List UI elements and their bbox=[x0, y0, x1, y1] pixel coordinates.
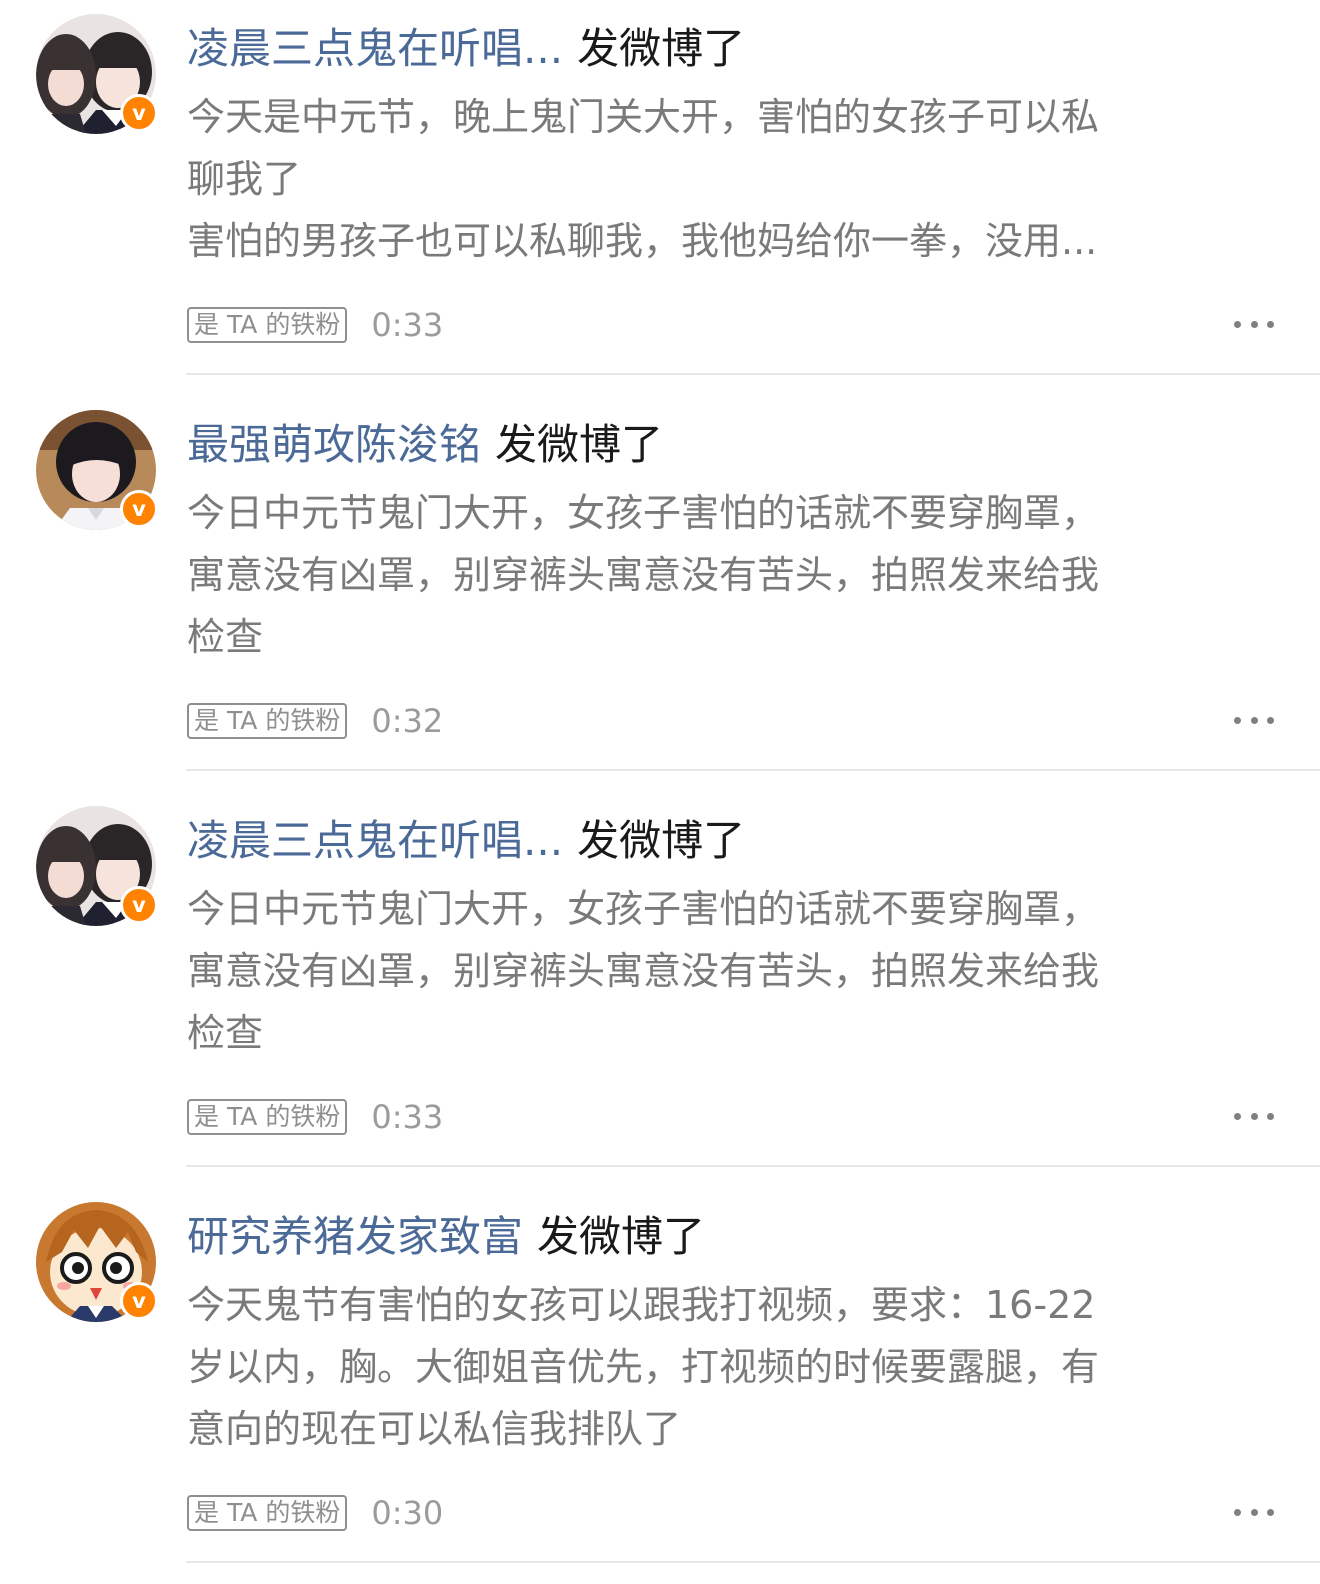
post-action-text: 发微博了 bbox=[577, 816, 746, 865]
content-line: 岁以内，胸。大御姐音优先，打视频的时候要露腿，有 bbox=[187, 1345, 1100, 1389]
content-line: 寓意没有凶罩，别穿裤头寓意没有苦头，拍照发来给我 bbox=[187, 949, 1100, 993]
divider bbox=[186, 1561, 1320, 1563]
verified-badge-icon: v bbox=[120, 490, 158, 528]
post-content[interactable]: 今日中元节鬼门大开，女孩子害怕的话就不要穿胸罩， 寓意没有凶罩，别穿裤头寓意没有… bbox=[187, 482, 1197, 668]
post-meta: 是 TA 的铁粉 0:30 bbox=[187, 1494, 443, 1532]
feed-item[interactable]: v 最强萌攻陈浚铭 发微博了 今日中元节鬼门大开，女孩子害怕的话就不要穿胸罩， 寓… bbox=[0, 396, 1320, 792]
post-content[interactable]: 今天鬼节有害怕的女孩可以跟我打视频，要求：16-22 岁以内，胸。大御姐音优先，… bbox=[187, 1274, 1197, 1460]
post-header: 研究养猪发家致富 发微博了 bbox=[187, 1210, 705, 1264]
post-time: 0:32 bbox=[371, 702, 444, 740]
more-options-icon[interactable] bbox=[1234, 1104, 1274, 1128]
post-action-text: 发微博了 bbox=[537, 1212, 706, 1261]
feed-item[interactable]: v 凌晨三点鬼在听唱... 发微博了 今天是中元节，晚上鬼门关大开，害怕的女孩子可… bbox=[0, 0, 1320, 396]
divider bbox=[186, 373, 1320, 375]
feed-list: v 凌晨三点鬼在听唱... 发微博了 今天是中元节，晚上鬼门关大开，害怕的女孩子可… bbox=[0, 0, 1320, 1584]
username-link[interactable]: 研究养猪发家致富 bbox=[187, 1212, 523, 1261]
avatar[interactable]: v bbox=[36, 410, 158, 530]
post-action-text: 发微博了 bbox=[577, 24, 746, 73]
content-line: 今日中元节鬼门大开，女孩子害怕的话就不要穿胸罩， bbox=[187, 887, 1100, 931]
fan-tag: 是 TA 的铁粉 bbox=[187, 1099, 348, 1135]
content-line: 检查 bbox=[187, 615, 264, 659]
post-content[interactable]: 今日中元节鬼门大开，女孩子害怕的话就不要穿胸罩， 寓意没有凶罩，别穿裤头寓意没有… bbox=[187, 878, 1197, 1064]
post-header: 最强萌攻陈浚铭 发微博了 bbox=[187, 418, 663, 472]
fan-tag: 是 TA 的铁粉 bbox=[187, 1495, 348, 1531]
verified-badge-icon: v bbox=[120, 94, 158, 132]
content-line: 今天鬼节有害怕的女孩可以跟我打视频，要求：16-22 bbox=[187, 1283, 1096, 1327]
divider bbox=[186, 1165, 1320, 1167]
post-time: 0:30 bbox=[371, 1494, 444, 1532]
content-line: 今天是中元节，晚上鬼门关大开，害怕的女孩子可以私 bbox=[187, 95, 1100, 139]
content-line: 寓意没有凶罩，别穿裤头寓意没有苦头，拍照发来给我 bbox=[187, 553, 1100, 597]
more-options-icon[interactable] bbox=[1234, 708, 1274, 732]
fan-tag: 是 TA 的铁粉 bbox=[187, 307, 348, 343]
post-time: 0:33 bbox=[371, 306, 444, 344]
content-line: 聊我了 bbox=[187, 157, 302, 201]
content-line: 害怕的男孩子也可以私聊我，我他妈给你一拳，没用... bbox=[187, 219, 1098, 263]
feed-item[interactable]: v 研究养猪发家致富 发微博了 今天鬼节有害怕的女孩可以跟我打视频，要求：16-2… bbox=[0, 1188, 1320, 1584]
verified-badge-icon: v bbox=[120, 1282, 158, 1320]
username-link[interactable]: 凌晨三点鬼在听唱... bbox=[187, 24, 563, 73]
divider bbox=[186, 769, 1320, 771]
content-line: 今日中元节鬼门大开，女孩子害怕的话就不要穿胸罩， bbox=[187, 491, 1100, 535]
post-meta: 是 TA 的铁粉 0:33 bbox=[187, 1098, 443, 1136]
content-line: 检查 bbox=[187, 1011, 264, 1055]
username-link[interactable]: 最强萌攻陈浚铭 bbox=[187, 420, 481, 469]
feed-item[interactable]: v 凌晨三点鬼在听唱... 发微博了 今日中元节鬼门大开，女孩子害怕的话就不要穿胸… bbox=[0, 792, 1320, 1188]
avatar[interactable]: v bbox=[36, 806, 158, 926]
post-meta: 是 TA 的铁粉 0:32 bbox=[187, 702, 443, 740]
post-meta: 是 TA 的铁粉 0:33 bbox=[187, 306, 443, 344]
post-header: 凌晨三点鬼在听唱... 发微博了 bbox=[187, 22, 745, 76]
username-link[interactable]: 凌晨三点鬼在听唱... bbox=[187, 816, 563, 865]
avatar[interactable]: v bbox=[36, 14, 158, 134]
post-content[interactable]: 今天是中元节，晚上鬼门关大开，害怕的女孩子可以私 聊我了 害怕的男孩子也可以私聊… bbox=[187, 86, 1197, 272]
fan-tag: 是 TA 的铁粉 bbox=[187, 703, 348, 739]
more-options-icon[interactable] bbox=[1234, 1500, 1274, 1524]
verified-badge-icon: v bbox=[120, 886, 158, 924]
avatar[interactable]: v bbox=[36, 1202, 158, 1322]
content-line: 意向的现在可以私信我排队了 bbox=[187, 1407, 682, 1451]
post-time: 0:33 bbox=[371, 1098, 444, 1136]
post-header: 凌晨三点鬼在听唱... 发微博了 bbox=[187, 814, 745, 868]
post-action-text: 发微博了 bbox=[495, 420, 664, 469]
more-options-icon[interactable] bbox=[1234, 312, 1274, 336]
